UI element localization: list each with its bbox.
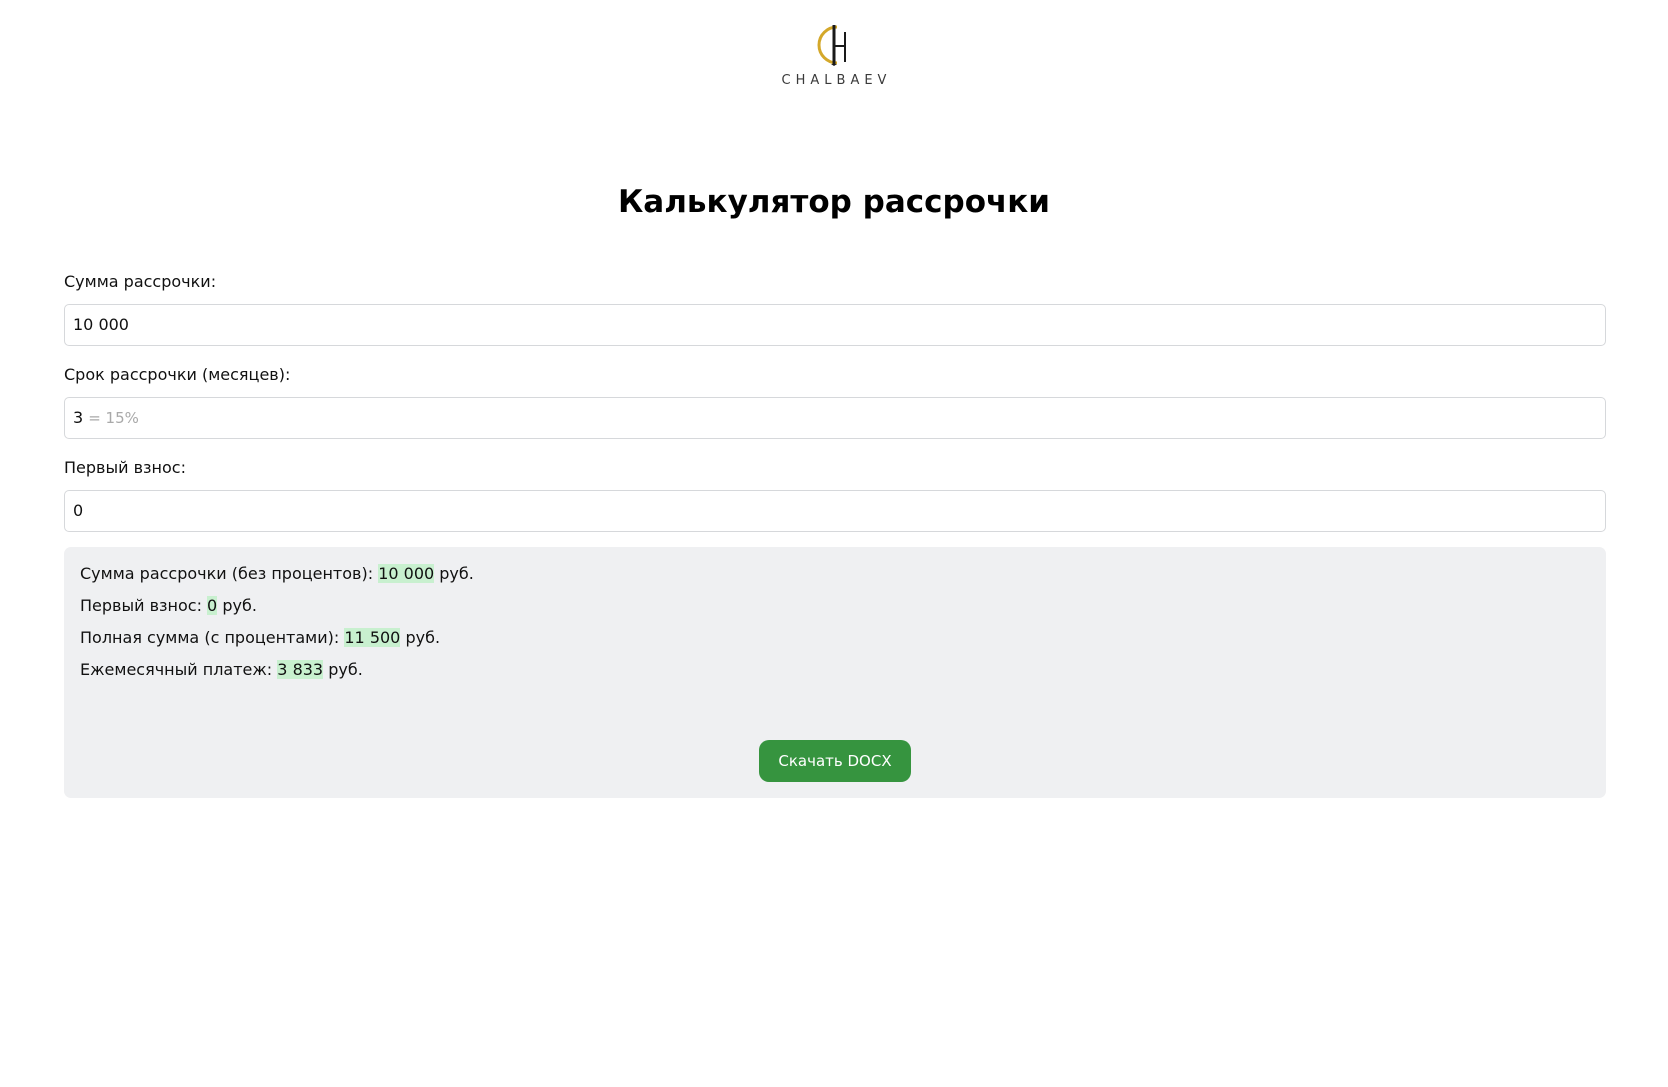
- amount-label: Сумма рассрочки:: [64, 272, 217, 291]
- term-input[interactable]: 3 = 15%: [64, 397, 1606, 439]
- download-docx-button[interactable]: Скачать DOCX: [759, 740, 911, 782]
- down-payment-label: Первый взнос:: [64, 458, 186, 477]
- down-payment-input-value: 0: [73, 501, 84, 520]
- result-label: Ежемесячный платеж:: [80, 660, 273, 679]
- term-rate-hint: = 15%: [88, 409, 139, 427]
- logo-wordmark: CHALBAEV: [781, 73, 892, 88]
- term-input-value: 3: [73, 408, 84, 427]
- result-label: Первый взнос:: [80, 596, 202, 615]
- currency-label: руб.: [405, 628, 441, 647]
- result-value: 3 833: [277, 660, 324, 679]
- result-label: Полная сумма (с процентами):: [80, 628, 340, 647]
- results-panel: Сумма рассрочки (без процентов): 10 000 …: [64, 547, 1606, 798]
- result-label: Сумма рассрочки (без процентов):: [80, 564, 374, 583]
- amount-input[interactable]: 10 000: [64, 304, 1606, 346]
- result-value: 11 500: [344, 628, 401, 647]
- down-payment-input[interactable]: 0: [64, 490, 1606, 532]
- result-value: 0: [207, 596, 218, 615]
- result-amount-no-interest: Сумма рассрочки (без процентов): 10 000 …: [80, 563, 1590, 595]
- currency-label: руб.: [439, 564, 474, 583]
- currency-label: руб.: [222, 596, 257, 615]
- site-header: CHALBAEV: [0, 22, 1668, 88]
- installment-form: Сумма рассрочки: 10 000 Срок рассрочки (…: [64, 272, 1606, 551]
- ch-monogram-logo-icon[interactable]: [811, 22, 857, 68]
- result-down-payment: Первый взнос: 0 руб.: [80, 595, 1590, 627]
- result-total-with-interest: Полная сумма (с процентами): 11 500 руб.: [80, 627, 1590, 659]
- result-value: 10 000: [378, 564, 435, 583]
- result-monthly-payment: Ежемесячный платеж: 3 833 руб.: [80, 659, 1590, 691]
- page-title: Калькулятор рассрочки: [617, 184, 1051, 220]
- currency-label: руб.: [328, 660, 363, 679]
- amount-input-value: 10 000: [73, 315, 129, 334]
- term-label: Срок рассрочки (месяцев):: [64, 365, 291, 384]
